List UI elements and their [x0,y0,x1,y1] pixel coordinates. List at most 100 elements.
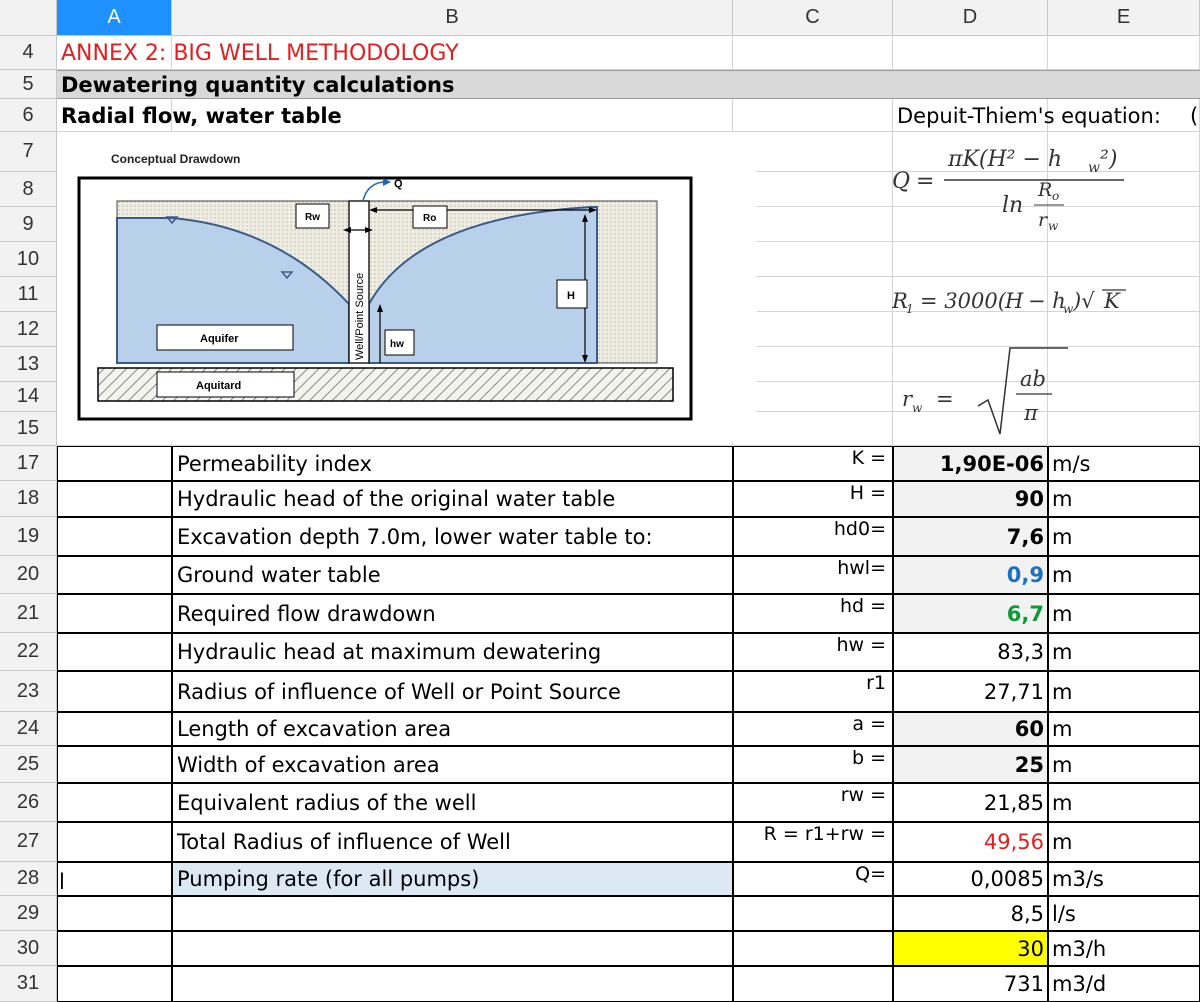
param-cell-a[interactable] [57,822,172,862]
row-header-15[interactable]: 15 [0,412,57,446]
row-header-9[interactable]: 9 [0,207,57,242]
param-cell-a[interactable] [57,671,172,712]
row-header-5[interactable]: 5 [0,70,57,99]
param-unit[interactable]: m3/s [1048,862,1200,896]
param-label[interactable]: Radius of influence of Well or Point Sou… [172,671,733,712]
column-header-c[interactable]: C [733,0,893,36]
row-header-30[interactable]: 30 [0,931,57,966]
row-header-11[interactable]: 11 [0,277,57,312]
param-symbol[interactable] [733,896,893,931]
sheet-title[interactable]: ANNEX 2: BIG WELL METHODOLOGY [57,36,757,70]
row-header-17[interactable]: 17 [0,446,57,481]
param-value[interactable]: 7,6 [893,517,1048,556]
param-label[interactable]: Hydraulic head of the original water tab… [172,481,733,517]
param-label[interactable] [172,931,733,966]
param-symbol[interactable]: Q= [733,862,893,896]
row-header-31[interactable]: 31 [0,966,57,1002]
param-value[interactable]: 0,9 [893,556,1048,594]
row-header-10[interactable]: 10 [0,242,57,277]
column-header-d[interactable]: D [893,0,1048,36]
param-cell-a[interactable] [57,556,172,594]
param-symbol[interactable]: b = [733,746,893,783]
param-cell-a[interactable] [57,517,172,556]
param-unit[interactable]: m3/d [1048,966,1200,1002]
param-symbol[interactable]: hw = [733,633,893,671]
param-symbol[interactable]: hd0= [733,517,893,556]
param-label[interactable]: Excavation depth 7.0m, lower water table… [172,517,733,556]
param-value[interactable]: 0,0085 [893,862,1048,896]
param-cell-a[interactable] [57,446,172,481]
row-header-28[interactable]: 28 [0,862,57,896]
param-value[interactable]: 60 [893,712,1048,746]
param-label[interactable] [172,896,733,931]
conceptual-drawdown-diagram[interactable]: Conceptual Drawdown Well/Point Source Q … [57,132,757,442]
param-cell-a[interactable] [57,783,172,822]
row-header-13[interactable]: 13 [0,347,57,382]
param-unit[interactable]: m [1048,783,1200,822]
param-symbol[interactable]: rw = [733,783,893,822]
row-header-21[interactable]: 21 [0,594,57,633]
param-label[interactable]: Required flow drawdown [172,594,733,633]
row-header-25[interactable]: 25 [0,746,57,783]
param-unit[interactable]: m [1048,712,1200,746]
param-symbol[interactable]: hd = [733,594,893,633]
param-cell-a[interactable] [57,862,172,896]
param-value[interactable]: 6,7 [893,594,1048,633]
sheet-grid[interactable]: ANNEX 2: BIG WELL METHODOLOGY Dewatering… [57,36,1200,1002]
param-label[interactable] [172,966,733,1002]
param-unit[interactable]: m [1048,671,1200,712]
column-header-e[interactable]: E [1048,0,1200,36]
column-header-b[interactable]: B [172,0,733,36]
param-cell-a[interactable] [57,633,172,671]
param-unit[interactable]: m [1048,822,1200,862]
select-all-corner[interactable] [0,0,57,36]
param-unit[interactable]: l/s [1048,896,1200,931]
param-symbol[interactable] [733,966,893,1002]
param-value[interactable]: 49,56 [893,822,1048,862]
param-label[interactable]: Equivalent radius of the well [172,783,733,822]
row-header-27[interactable]: 27 [0,822,57,862]
param-symbol[interactable]: K = [733,446,893,481]
param-unit[interactable]: m [1048,556,1200,594]
param-label[interactable]: Hydraulic head at maximum dewatering [172,633,733,671]
param-unit[interactable]: m [1048,746,1200,783]
param-label[interactable]: Width of excavation area [172,746,733,783]
row-header-4[interactable]: 4 [0,36,57,70]
row-header-22[interactable]: 22 [0,633,57,671]
param-symbol[interactable]: R = r1+rw = [733,822,893,862]
param-unit[interactable]: m [1048,517,1200,556]
param-symbol[interactable]: hwl= [733,556,893,594]
param-label[interactable]: Pumping rate (for all pumps) [172,862,733,896]
param-value[interactable]: 8,5 [893,896,1048,931]
subsection-heading[interactable]: Radial flow, water table [57,99,657,132]
row-header-6[interactable]: 6 [0,99,57,132]
param-value[interactable]: 90 [893,481,1048,517]
section-heading[interactable]: Dewatering quantity calculations [57,70,1200,99]
row-header-14[interactable]: 14 [0,382,57,412]
param-unit[interactable]: m [1048,633,1200,671]
param-unit[interactable]: m [1048,594,1200,633]
row-header-20[interactable]: 20 [0,556,57,594]
param-label[interactable]: Length of excavation area [172,712,733,746]
param-value[interactable]: 1,90E-06 [893,446,1048,481]
param-cell-a[interactable] [57,594,172,633]
param-label[interactable]: Ground water table [172,556,733,594]
param-value[interactable]: 731 [893,966,1048,1002]
row-header-18[interactable]: 18 [0,481,57,517]
param-value[interactable]: 21,85 [893,783,1048,822]
row-header-12[interactable]: 12 [0,312,57,347]
param-value[interactable]: 30 [893,931,1048,966]
param-value[interactable]: 25 [893,746,1048,783]
row-header-26[interactable]: 26 [0,783,57,822]
param-cell-a[interactable] [57,966,172,1002]
row-header-23[interactable]: 23 [0,671,57,712]
param-symbol[interactable]: H = [733,481,893,517]
param-symbol[interactable]: r1 [733,671,893,712]
param-cell-a[interactable] [57,746,172,783]
param-cell-a[interactable] [57,931,172,966]
param-symbol[interactable] [733,931,893,966]
param-cell-a[interactable] [57,481,172,517]
param-value[interactable]: 83,3 [893,633,1048,671]
param-label[interactable]: Permeability index [172,446,733,481]
param-cell-a[interactable] [57,896,172,931]
